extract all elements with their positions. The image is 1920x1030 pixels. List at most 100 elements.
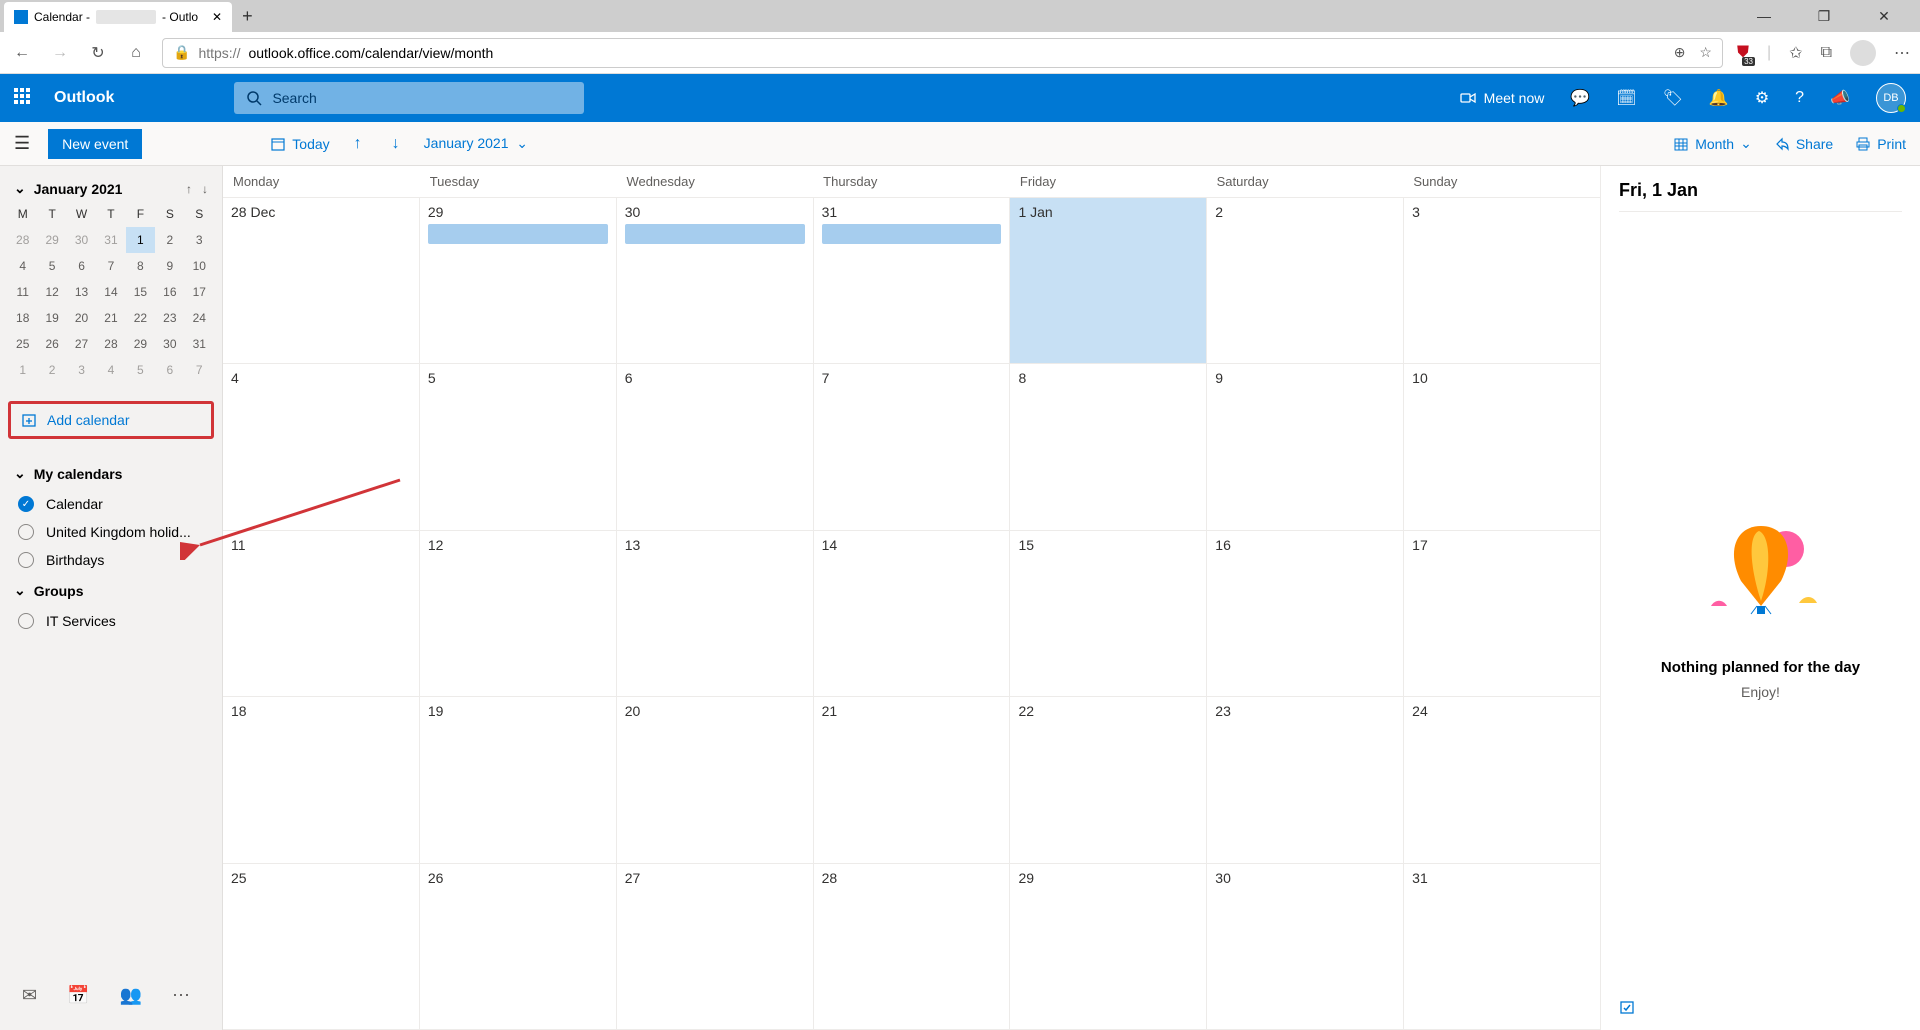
day-cell[interactable]: 11 — [223, 531, 420, 696]
mini-cal-day[interactable]: 20 — [67, 305, 96, 331]
mini-cal-day[interactable]: 24 — [185, 305, 214, 331]
favorite-icon[interactable]: ☆ — [1699, 44, 1712, 61]
mini-cal-day[interactable]: 31 — [185, 331, 214, 357]
mini-cal-day[interactable]: 3 — [67, 357, 96, 383]
day-cell[interactable]: 12 — [420, 531, 617, 696]
calendar-checkbox[interactable] — [18, 552, 34, 568]
mini-cal-day[interactable]: 12 — [37, 279, 66, 305]
add-page-icon[interactable]: ⊕ — [1674, 44, 1686, 61]
close-icon[interactable]: ✕ — [212, 10, 222, 24]
mini-cal-day[interactable]: 4 — [96, 357, 125, 383]
mini-cal-day[interactable]: 18 — [8, 305, 37, 331]
calendar-checkbox[interactable] — [18, 524, 34, 540]
day-cell[interactable]: 16 — [1207, 531, 1404, 696]
teams-chat-icon[interactable]: 💬 — [1570, 88, 1590, 108]
new-tab-button[interactable]: + — [242, 6, 253, 27]
view-selector[interactable]: Month ⌄ — [1673, 135, 1752, 152]
calendar-checkbox[interactable]: ✓ — [18, 496, 34, 512]
address-bar[interactable]: 🔒 https:// outlook.office.com/calendar/v… — [162, 38, 1723, 68]
mini-cal-day[interactable]: 6 — [67, 253, 96, 279]
hamburger-icon[interactable]: ☰ — [14, 133, 30, 154]
mini-cal-day[interactable]: 11 — [8, 279, 37, 305]
mini-cal-day[interactable]: 28 — [96, 331, 125, 357]
mini-cal-day[interactable]: 7 — [185, 357, 214, 383]
day-cell[interactable]: 21 — [814, 697, 1011, 862]
day-cell[interactable]: 7 — [814, 364, 1011, 529]
maximize-icon[interactable]: ❐ — [1804, 8, 1844, 25]
today-button[interactable]: Today — [270, 136, 329, 152]
calendar-event[interactable] — [428, 224, 608, 244]
day-cell[interactable]: 29 — [420, 198, 617, 363]
search-input[interactable] — [272, 90, 572, 106]
calendar-item[interactable]: ✓Calendar — [8, 490, 214, 518]
favorites-icon[interactable]: ✩ — [1789, 43, 1802, 63]
my-calendars-section[interactable]: ⌄ My calendars — [8, 457, 214, 490]
calendar-item[interactable]: Birthdays — [8, 546, 214, 574]
day-cell[interactable]: 5 — [420, 364, 617, 529]
mini-cal-day[interactable]: 28 — [8, 227, 37, 253]
day-cell[interactable]: 18 — [223, 697, 420, 862]
tasks-icon[interactable] — [1619, 998, 1635, 1016]
day-cell[interactable]: 29 — [1010, 864, 1207, 1029]
share-button[interactable]: Share — [1774, 136, 1833, 152]
mini-calendar[interactable]: MTWTFSS282930311234567891011121314151617… — [8, 201, 214, 383]
mini-cal-day[interactable]: 29 — [126, 331, 155, 357]
day-cell[interactable]: 10 — [1404, 364, 1600, 529]
day-cell[interactable]: 19 — [420, 697, 617, 862]
mini-cal-day[interactable]: 3 — [185, 227, 214, 253]
day-cell[interactable]: 3 — [1404, 198, 1600, 363]
month-selector[interactable]: January 2021 ⌄ — [424, 135, 528, 152]
mini-cal-day[interactable]: 15 — [126, 279, 155, 305]
mini-cal-day[interactable]: 13 — [67, 279, 96, 305]
mini-cal-day[interactable]: 29 — [37, 227, 66, 253]
day-cell[interactable]: 9 — [1207, 364, 1404, 529]
day-cell[interactable]: 30 — [1207, 864, 1404, 1029]
people-icon[interactable]: 👥 — [120, 985, 142, 1006]
day-cell[interactable]: 28 Dec — [223, 198, 420, 363]
app-launcher-icon[interactable] — [14, 88, 34, 108]
mini-cal-day[interactable]: 16 — [155, 279, 184, 305]
mail-icon[interactable]: ✉ — [22, 985, 37, 1006]
minimize-icon[interactable]: — — [1744, 8, 1784, 25]
calendar-nav-icon[interactable]: 📅 — [67, 985, 89, 1006]
more-apps-icon[interactable]: ⋯ — [172, 985, 190, 1006]
help-icon[interactable]: ? — [1795, 89, 1804, 107]
search-box[interactable] — [234, 82, 584, 114]
mini-cal-day[interactable]: 26 — [37, 331, 66, 357]
calendar-item[interactable]: United Kingdom holid... — [8, 518, 214, 546]
day-cell[interactable]: 31 — [814, 198, 1011, 363]
profile-icon[interactable] — [1850, 40, 1876, 66]
groups-section[interactable]: ⌄ Groups — [8, 574, 214, 607]
mini-cal-day[interactable]: 22 — [126, 305, 155, 331]
mini-cal-day[interactable]: 31 — [96, 227, 125, 253]
mini-cal-day[interactable]: 7 — [96, 253, 125, 279]
mini-cal-day[interactable]: 9 — [155, 253, 184, 279]
mini-cal-day[interactable]: 4 — [8, 253, 37, 279]
mini-cal-day[interactable]: 19 — [37, 305, 66, 331]
day-cell[interactable]: 13 — [617, 531, 814, 696]
mini-cal-day[interactable]: 14 — [96, 279, 125, 305]
chevron-down-icon[interactable]: ⌄ — [14, 180, 26, 197]
refresh-icon[interactable]: ↻ — [86, 43, 110, 63]
mini-cal-day[interactable]: 10 — [185, 253, 214, 279]
day-cell[interactable]: 17 — [1404, 531, 1600, 696]
notifications-icon[interactable]: 🔔 — [1709, 88, 1729, 108]
mini-cal-day[interactable]: 1 — [8, 357, 37, 383]
back-icon[interactable]: ← — [10, 44, 34, 62]
next-period-icon[interactable]: ↓ — [392, 135, 400, 153]
day-cell[interactable]: 15 — [1010, 531, 1207, 696]
day-cell[interactable]: 28 — [814, 864, 1011, 1029]
mini-cal-day[interactable]: 21 — [96, 305, 125, 331]
day-cell[interactable]: 25 — [223, 864, 420, 1029]
mini-cal-day[interactable]: 30 — [67, 227, 96, 253]
mini-cal-day[interactable]: 5 — [37, 253, 66, 279]
day-cell[interactable]: 22 — [1010, 697, 1207, 862]
calendar-event[interactable] — [822, 224, 1002, 244]
prev-period-icon[interactable]: ↑ — [354, 135, 362, 153]
mini-cal-next-icon[interactable]: ↓ — [202, 182, 208, 196]
print-button[interactable]: Print — [1855, 136, 1906, 152]
megaphone-icon[interactable]: 📣 — [1830, 88, 1850, 108]
mini-cal-day[interactable]: 2 — [155, 227, 184, 253]
day-cell[interactable]: 8 — [1010, 364, 1207, 529]
home-icon[interactable]: ⌂ — [124, 44, 148, 62]
